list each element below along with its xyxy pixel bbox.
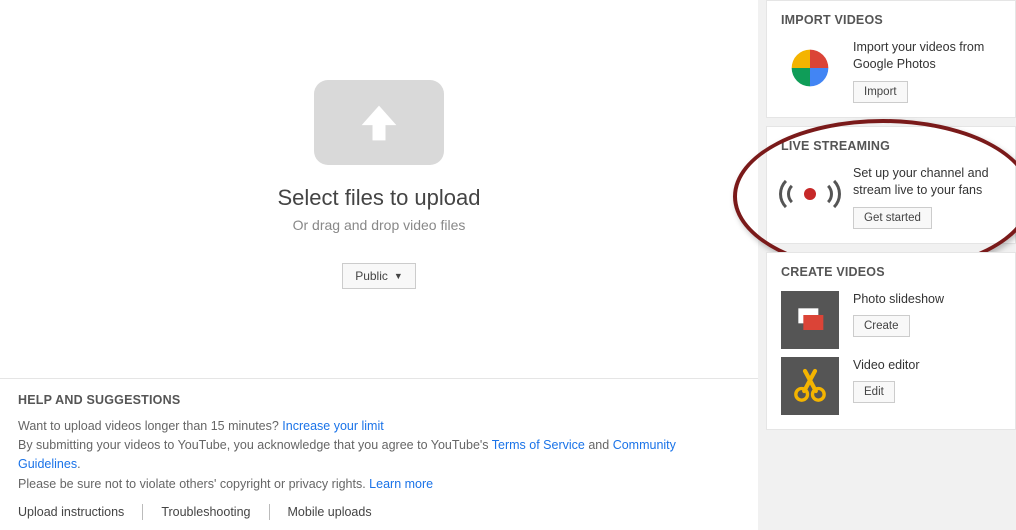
mobile-uploads-link[interactable]: Mobile uploads [288, 505, 372, 519]
create-videos-card: CREATE VIDEOS Photo slideshow Create [766, 252, 1016, 430]
help-text: By submitting your videos to YouTube, yo… [18, 438, 492, 452]
help-text: Want to upload videos longer than 15 min… [18, 419, 282, 433]
create-title: CREATE VIDEOS [781, 265, 1001, 279]
edit-video-button[interactable]: Edit [853, 381, 895, 403]
get-started-button[interactable]: Get started [853, 207, 932, 229]
slideshow-icon [781, 291, 839, 349]
help-text: and [585, 438, 613, 452]
troubleshooting-link[interactable]: Troubleshooting [161, 505, 250, 519]
import-desc: Import your videos from Google Photos [853, 39, 1001, 73]
slideshow-label: Photo slideshow [853, 291, 1001, 308]
tos-link[interactable]: Terms of Service [492, 438, 585, 452]
divider [142, 504, 143, 520]
live-stream-icon [781, 165, 839, 223]
upload-dropzone[interactable]: Select files to upload Or drag and drop … [0, 0, 758, 378]
upload-title: Select files to upload [277, 185, 480, 211]
create-slideshow-button[interactable]: Create [853, 315, 910, 337]
live-title: LIVE STREAMING [781, 139, 1001, 153]
privacy-dropdown[interactable]: Public ▼ [342, 263, 416, 289]
import-button[interactable]: Import [853, 81, 908, 103]
video-editor-icon [781, 357, 839, 415]
editor-label: Video editor [853, 357, 1001, 374]
learn-more-link[interactable]: Learn more [369, 477, 433, 491]
divider [269, 504, 270, 520]
live-desc: Set up your channel and stream live to y… [853, 165, 1001, 199]
help-text: Please be sure not to violate others' co… [18, 477, 369, 491]
increase-limit-link[interactable]: Increase your limit [282, 419, 383, 433]
import-title: IMPORT VIDEOS [781, 13, 1001, 27]
import-videos-card: IMPORT VIDEOS Import your videos from Go… [766, 0, 1016, 118]
upload-subtitle: Or drag and drop video files [293, 217, 466, 233]
google-photos-icon [781, 39, 839, 97]
upload-icon [314, 80, 444, 165]
upload-instructions-link[interactable]: Upload instructions [18, 505, 124, 519]
chevron-down-icon: ▼ [394, 271, 403, 281]
privacy-label: Public [355, 269, 388, 283]
live-streaming-card: LIVE STREAMING Set up your channel and s… [766, 126, 1016, 244]
help-panel: HELP AND SUGGESTIONS Want to upload vide… [0, 378, 758, 530]
help-title: HELP AND SUGGESTIONS [18, 393, 740, 407]
